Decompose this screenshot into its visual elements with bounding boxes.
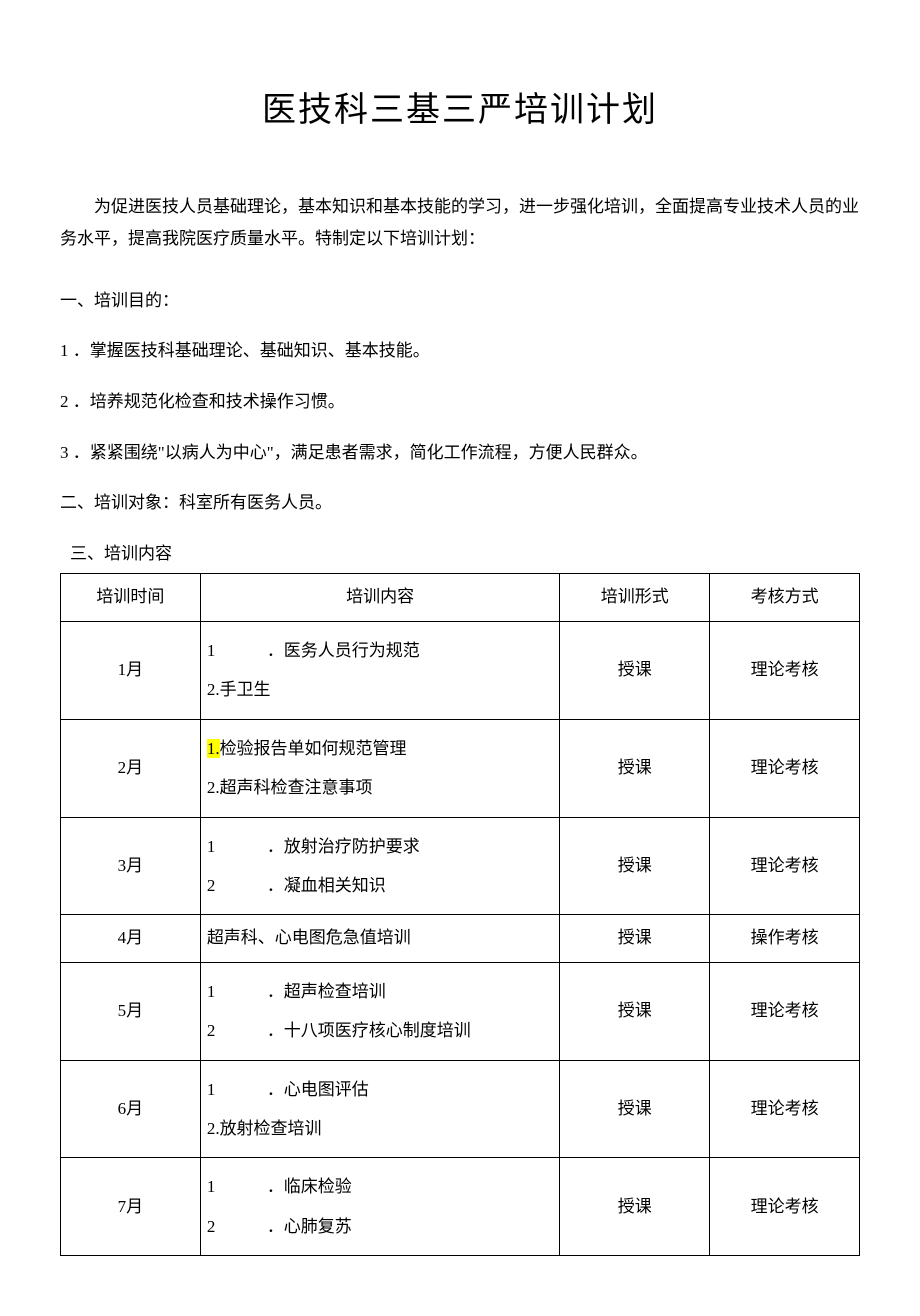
content-line: 1．放射治疗防护要求 <box>207 828 554 865</box>
cell-exam: 理论考核 <box>710 1060 860 1158</box>
cell-format: 授课 <box>560 817 710 915</box>
content-text: 2.手卫生 <box>207 680 271 699</box>
cell-content: 1．放射治疗防护要求2．凝血相关知识 <box>200 817 560 915</box>
header-content: 培训内容 <box>200 574 560 622</box>
table-row: 1月1．医务人员行为规范 2.手卫生 授课理论考核 <box>61 621 860 719</box>
cell-exam: 操作考核 <box>710 915 860 963</box>
training-schedule-table: 培训时间 培训内容 培训形式 考核方式 1月1．医务人员行为规范2.手卫生授课理… <box>60 573 860 1256</box>
content-line: 1．医务人员行为规范 <box>207 632 554 669</box>
table-row: 4月超声科、心电图危急值培训授课操作考核 <box>61 915 860 963</box>
objective-item-1: 1 ．掌握医技科基础理论、基础知识、基本技能。 <box>60 336 860 367</box>
content-line: 2．十八项医疗核心制度培训 <box>207 1012 554 1049</box>
list-number: 1 <box>207 1071 267 1108</box>
content-text: ．凝血相关知识 <box>267 876 386 895</box>
section3-header: 三、培训内容 <box>60 539 860 570</box>
list-number: 2 <box>207 867 267 904</box>
cell-format: 授课 <box>560 719 710 817</box>
cell-content: 超声科、心电图危急值培训 <box>200 915 560 963</box>
cell-time: 6月 <box>61 1060 201 1158</box>
cell-content: 1．超声检查培训2．十八项医疗核心制度培训 <box>200 962 560 1060</box>
cell-time: 4月 <box>61 915 201 963</box>
content-text: ．心电图评估 <box>267 1080 369 1099</box>
content-text: ．心肺复苏 <box>267 1217 352 1236</box>
list-number: 1 <box>207 632 267 669</box>
cell-content: 1．医务人员行为规范 2.手卫生 <box>200 621 560 719</box>
objective-item-3: 3 ．紧紧围绕"以病人为中心"，满足患者需求，简化工作流程，方便人民群众。 <box>60 438 860 469</box>
content-text: ．超声检查培训 <box>267 982 386 1001</box>
content-line: 1．超声检查培训 <box>207 973 554 1010</box>
list-number: 2 <box>207 1012 267 1049</box>
list-number: 1. <box>207 739 220 758</box>
content-line: 2．凝血相关知识 <box>207 867 554 904</box>
header-format: 培训形式 <box>560 574 710 622</box>
table-row: 6月1．心电图评估 2.放射检查培训 授课理论考核 <box>61 1060 860 1158</box>
cell-time: 7月 <box>61 1158 201 1256</box>
table-row: 3月1．放射治疗防护要求2．凝血相关知识授课理论考核 <box>61 817 860 915</box>
table-header-row: 培训时间 培训内容 培训形式 考核方式 <box>61 574 860 622</box>
objective-item-2: 2 ．培养规范化检查和技术操作习惯。 <box>60 387 860 418</box>
table-row: 5月1．超声检查培训2．十八项医疗核心制度培训授课理论考核 <box>61 962 860 1060</box>
page-title: 医技科三基三严培训计划 <box>60 80 860 141</box>
cell-format: 授课 <box>560 1060 710 1158</box>
table-row: 7月1．临床检验2．心肺复苏授课理论考核 <box>61 1158 860 1256</box>
content-text: ．临床检验 <box>267 1177 352 1196</box>
content-line: 2．心肺复苏 <box>207 1208 554 1245</box>
cell-exam: 理论考核 <box>710 621 860 719</box>
section2-header: 二、培训对象：科室所有医务人员。 <box>60 488 860 519</box>
cell-content: 1．心电图评估 2.放射检查培训 <box>200 1060 560 1158</box>
cell-exam: 理论考核 <box>710 719 860 817</box>
cell-content: 1．临床检验2．心肺复苏 <box>200 1158 560 1256</box>
content-text: 检验报告单如何规范管理 <box>220 739 407 758</box>
header-time: 培训时间 <box>61 574 201 622</box>
content-line: 1.检验报告单如何规范管理 <box>207 730 554 767</box>
cell-format: 授课 <box>560 915 710 963</box>
list-number: 1 <box>207 828 267 865</box>
content-text: ．十八项医疗核心制度培训 <box>267 1021 471 1040</box>
cell-format: 授课 <box>560 962 710 1060</box>
content-line: 2.超声科检查注意事项 <box>207 769 554 806</box>
table-row: 2月1.检验报告单如何规范管理2.超声科检查注意事项授课理论考核 <box>61 719 860 817</box>
content-text: ．医务人员行为规范 <box>267 641 420 660</box>
content-text: 2.超声科检查注意事项 <box>207 778 373 797</box>
content-line: 2.放射检查培训 <box>207 1110 554 1147</box>
intro-paragraph: 为促进医技人员基础理论，基本知识和基本技能的学习，进一步强化培训，全面提高专业技… <box>60 191 860 256</box>
cell-time: 1月 <box>61 621 201 719</box>
cell-content: 1.检验报告单如何规范管理 2.超声科检查注意事项 <box>200 719 560 817</box>
content-line: 1．临床检验 <box>207 1168 554 1205</box>
section1-header: 一、培训目的： <box>60 286 860 317</box>
cell-exam: 理论考核 <box>710 962 860 1060</box>
content-line: 1．心电图评估 <box>207 1071 554 1108</box>
list-number: 1 <box>207 1168 267 1205</box>
list-number: 1 <box>207 973 267 1010</box>
cell-time: 5月 <box>61 962 201 1060</box>
content-text: ．放射治疗防护要求 <box>267 837 420 856</box>
cell-exam: 理论考核 <box>710 817 860 915</box>
cell-format: 授课 <box>560 1158 710 1256</box>
header-exam: 考核方式 <box>710 574 860 622</box>
cell-time: 2月 <box>61 719 201 817</box>
content-line: 2.手卫生 <box>207 671 554 708</box>
cell-format: 授课 <box>560 621 710 719</box>
content-text: 2.放射检查培训 <box>207 1119 322 1138</box>
list-number: 2 <box>207 1208 267 1245</box>
cell-time: 3月 <box>61 817 201 915</box>
cell-exam: 理论考核 <box>710 1158 860 1256</box>
